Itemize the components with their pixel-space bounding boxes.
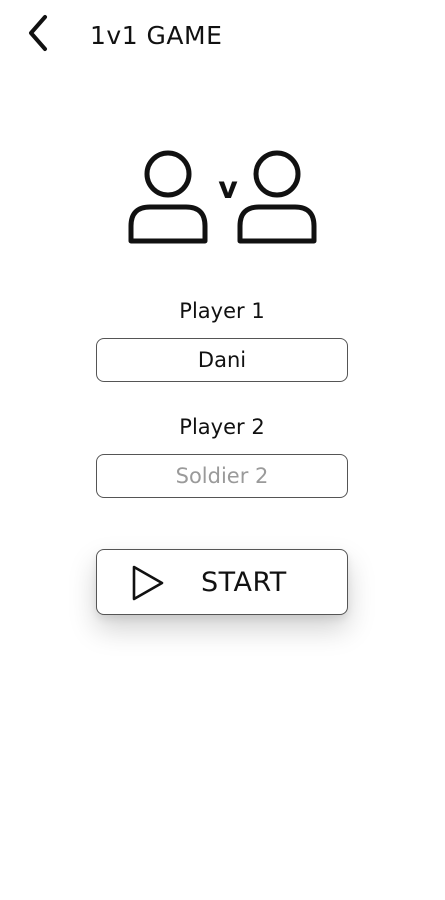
versus-letter: v — [218, 171, 238, 206]
chevron-left-icon — [29, 15, 47, 51]
app-header: 1v1 GAME — [0, 0, 445, 72]
page-title: 1v1 GAME — [90, 21, 223, 50]
player-two-icon — [237, 150, 317, 244]
player-one-icon — [128, 150, 208, 244]
start-button[interactable]: START — [96, 549, 348, 615]
start-label: START — [201, 567, 287, 598]
player2-name-input[interactable] — [96, 454, 348, 498]
player1-name-input[interactable] — [96, 338, 348, 382]
player2-label: Player 2 — [179, 415, 265, 439]
play-icon — [132, 565, 164, 601]
player1-label: Player 1 — [179, 299, 265, 323]
back-button[interactable] — [18, 12, 58, 54]
players-versus-icon: v — [128, 150, 317, 244]
